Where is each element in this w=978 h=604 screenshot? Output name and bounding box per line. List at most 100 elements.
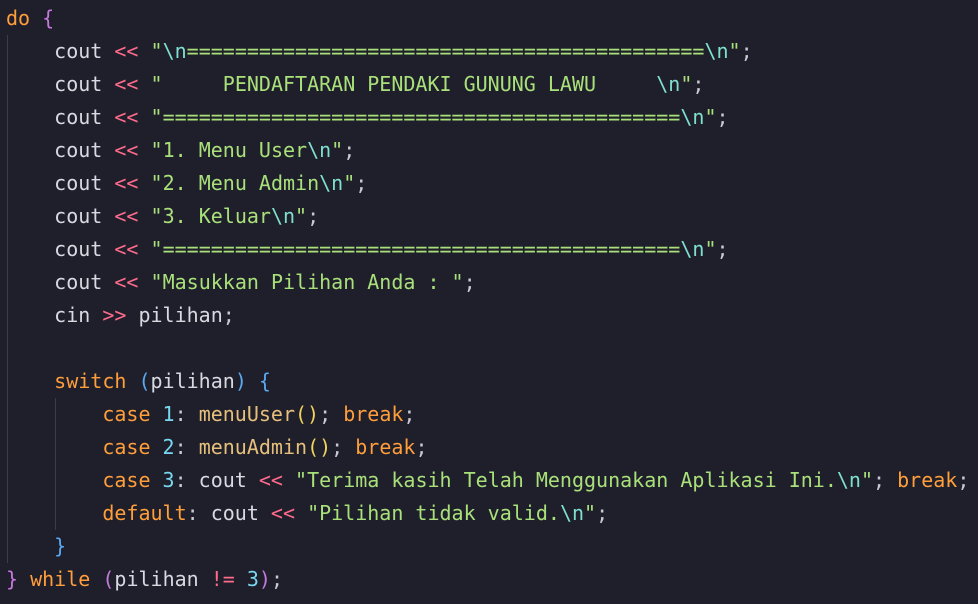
code-token-plain: cout [54, 72, 115, 96]
code-token-str: " [704, 237, 717, 261]
code-line[interactable]: case 1: menuUser(); break; [6, 398, 972, 431]
code-line[interactable]: cout << "Masukkan Pilihan Anda : "; [6, 266, 972, 299]
code-token-op: << [258, 468, 283, 492]
code-token-str: " [295, 204, 308, 228]
code-line[interactable]: cout << "2. Menu Admin\n"; [6, 167, 972, 200]
code-token-punct: ; [222, 303, 235, 327]
code-token-op: << [114, 270, 139, 294]
code-line[interactable]: } while (pilihan != 3); [6, 563, 972, 596]
code-token-plain: cout [54, 105, 115, 129]
code-token-str: " [728, 39, 741, 63]
code-token-fn: menuUser [198, 402, 296, 426]
code-editor[interactable]: do { cout << "\n========================… [6, 2, 972, 596]
code-token-plain: cout [54, 39, 115, 63]
code-token-esc: \n [162, 39, 187, 63]
code-line[interactable]: cout << "3. Keluar\n"; [6, 200, 972, 233]
code-line[interactable]: default: cout << "Pilihan tidak valid.\n… [6, 497, 972, 530]
code-token-op: << [114, 72, 139, 96]
code-token-punct: ; [331, 435, 344, 459]
code-line[interactable]: cout << " PENDAFTARAN PENDAKI GUNUNG LAW… [6, 68, 972, 101]
code-line[interactable]: cout << "===============================… [6, 101, 972, 134]
code-token-kw: do [6, 6, 31, 30]
code-line[interactable]: switch (pilihan) { [6, 365, 972, 398]
code-token-punct: : [174, 435, 187, 459]
code-line[interactable]: cin >> pilihan; [6, 299, 972, 332]
code-token-str: "Pilihan tidak valid. [307, 501, 560, 525]
code-token-str: "=======================================… [150, 237, 681, 261]
code-token-plain: cout [54, 237, 115, 261]
code-token-str: "1. Menu User [150, 138, 308, 162]
code-token-op: << [114, 171, 139, 195]
code-token-kw: case [102, 402, 151, 426]
code-line[interactable]: case 3: cout << "Terima kasih Telah Meng… [6, 464, 972, 497]
code-line[interactable]: cout << "1. Menu User\n"; [6, 134, 972, 167]
code-token-esc: \n [680, 105, 705, 129]
code-token-punct: ; [716, 237, 729, 261]
code-token-op: << [270, 501, 296, 525]
code-token-kw: switch [54, 369, 127, 393]
code-token-punct: ; [343, 138, 356, 162]
code-line[interactable]: case 2: menuAdmin(); break; [6, 431, 972, 464]
code-token-str: " PENDAFTARAN PENDAKI GUNUNG LAWU [150, 72, 657, 96]
code-token-brace: ) [258, 567, 271, 591]
code-token-brace: } [6, 567, 19, 591]
code-token-punct: ; [716, 105, 729, 129]
code-token-str: ========================================… [186, 39, 705, 63]
code-token-kw: break [355, 435, 416, 459]
code-token-num: 2 [162, 435, 175, 459]
code-token-str: " [343, 171, 356, 195]
code-token-punct: ; [415, 435, 428, 459]
code-token-str: "2. Menu Admin [150, 171, 320, 195]
code-token-kw: break [897, 468, 958, 492]
code-line[interactable]: cout << "\n=============================… [6, 35, 972, 68]
code-token-str: " [584, 501, 597, 525]
code-line[interactable]: cout << "===============================… [6, 233, 972, 266]
code-token-yellow: () [295, 402, 320, 426]
code-token-op: << [114, 237, 139, 261]
code-token-brace: { [42, 6, 55, 30]
code-token-str: " [680, 72, 693, 96]
code-token-fn: menuAdmin [198, 435, 308, 459]
code-token-punct: ; [355, 171, 368, 195]
code-token-op: << [114, 39, 139, 63]
code-token-str: " [150, 39, 163, 63]
code-line[interactable] [6, 332, 972, 365]
code-token-esc: \n [307, 138, 332, 162]
code-token-kw: while [30, 567, 91, 591]
code-token-str: "Terima kasih Telah Menggunakan Aplikasi… [295, 468, 837, 492]
code-line[interactable]: do { [6, 2, 972, 35]
code-token-str: " [331, 138, 344, 162]
code-line[interactable]: } [6, 530, 972, 563]
code-token-plain: cout [54, 204, 115, 228]
code-token-punct: : [186, 501, 199, 525]
code-token-str: "Masukkan Pilihan Anda : " [150, 270, 464, 294]
code-token-esc: \n [704, 39, 729, 63]
code-token-punct: ; [403, 402, 416, 426]
code-token-punct: ; [307, 204, 320, 228]
code-token-plain: pilihan [126, 303, 223, 327]
code-token-op: << [114, 105, 139, 129]
code-token-esc: \n [656, 72, 681, 96]
